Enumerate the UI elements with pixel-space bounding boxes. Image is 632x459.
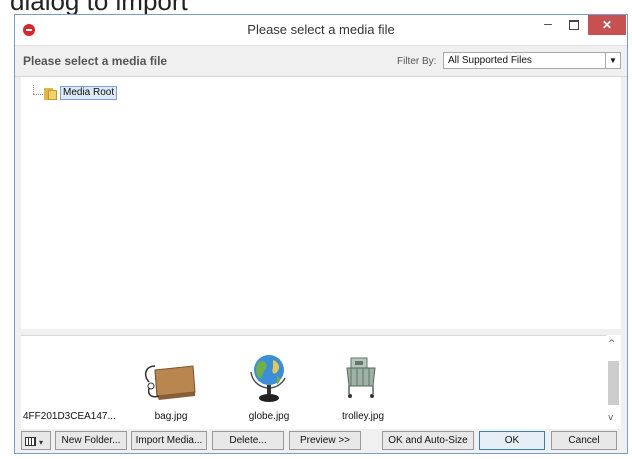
header-title: Please select a media file: [23, 54, 168, 68]
media-item-label: trolley.jpg: [341, 411, 385, 422]
globe-thumbnail: [250, 355, 286, 402]
close-button[interactable]: ✕: [588, 15, 626, 35]
tree-node-media-root[interactable]: Media Root: [60, 86, 118, 100]
caption-strip: dialog to import: [0, 0, 632, 14]
media-item-label: 4FF201D3CEA147...: [23, 411, 116, 422]
bag-thumbnail: [144, 365, 196, 400]
ok-button[interactable]: OK: [479, 431, 545, 450]
scrollbar-thumb[interactable]: [608, 361, 619, 405]
media-item-label: globe.jpg: [248, 411, 290, 422]
folder-icon: [44, 87, 58, 100]
cancel-button[interactable]: Cancel: [551, 431, 617, 450]
dialog-header: Please select a media file Filter By: Al…: [15, 45, 627, 77]
dialog-footer: ▾ New Folder... Import Media... Delete..…: [15, 429, 627, 453]
caption-text: dialog to import: [10, 0, 188, 14]
media-dialog: Please select a media file – ✕ Please se…: [14, 14, 628, 454]
preview-button[interactable]: Preview >>: [289, 431, 361, 450]
media-item[interactable]: trolley.jpg: [323, 344, 403, 426]
media-list: 4FF201D3CEA147... bag.jpg globe.jpg trol…: [21, 335, 621, 430]
chevron-down-icon[interactable]: ▼: [605, 53, 620, 68]
caret-down-icon: ▾: [39, 438, 44, 447]
minimize-button[interactable]: –: [535, 15, 561, 35]
media-item[interactable]: globe.jpg: [229, 344, 309, 426]
tree-connector: [33, 85, 34, 94]
scroll-up-icon[interactable]: ^: [608, 339, 616, 349]
view-mode-button[interactable]: ▾: [21, 431, 51, 450]
filter-dropdown[interactable]: All Supported Files ▼: [443, 52, 621, 69]
scroll-down-icon[interactable]: v: [608, 413, 613, 423]
tree-connector-h: [33, 94, 43, 95]
media-item[interactable]: bag.jpg: [131, 344, 211, 426]
import-media-button[interactable]: Import Media...: [131, 431, 207, 450]
maximize-button[interactable]: [561, 15, 587, 35]
maximize-icon: [569, 20, 579, 30]
new-folder-button[interactable]: New Folder...: [55, 431, 127, 450]
filter-label: Filter By:: [397, 56, 437, 67]
title-bar: Please select a media file – ✕: [15, 15, 627, 45]
media-item-label: bag.jpg: [154, 411, 188, 422]
trolley-thumbnail: [346, 357, 376, 398]
filter-value: All Supported Files: [448, 55, 532, 66]
delete-button[interactable]: Delete...: [212, 431, 284, 450]
ok-auto-size-button[interactable]: OK and Auto-Size: [382, 431, 474, 450]
media-scrollbar[interactable]: ^ v: [606, 335, 621, 429]
grid-view-icon: [25, 437, 36, 446]
media-item[interactable]: 4FF201D3CEA147...: [23, 344, 116, 426]
folder-tree: Media Root: [21, 77, 621, 329]
